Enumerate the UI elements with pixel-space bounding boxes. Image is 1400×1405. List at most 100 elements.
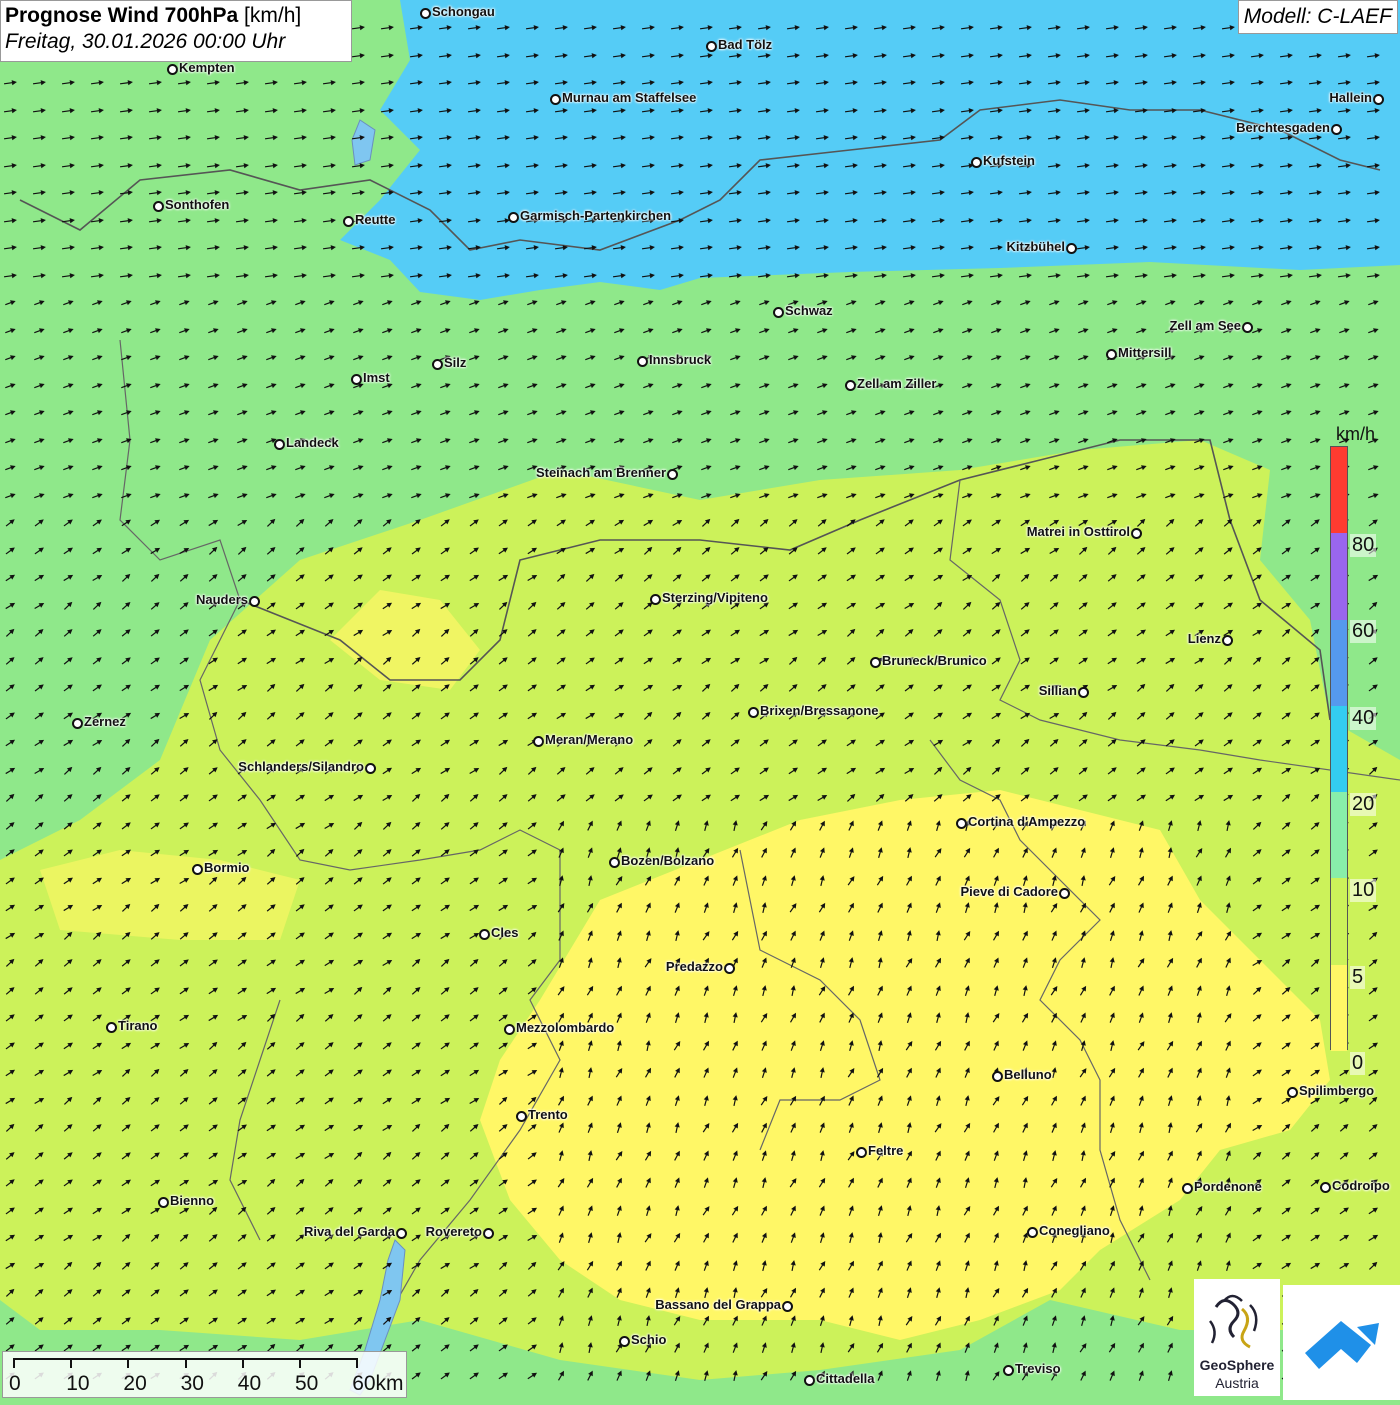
legend-level-label: 20 xyxy=(1350,792,1377,816)
title-panel: Prognose Wind 700hPa [km/h] Freitag, 30.… xyxy=(0,0,352,62)
city-label: Feltre xyxy=(868,1143,904,1158)
city-marker xyxy=(533,736,544,747)
geosphere-mark-icon xyxy=(1208,1294,1258,1349)
city-label: Steinach am Brenner xyxy=(535,465,666,480)
legend-color-step xyxy=(1331,964,1347,1051)
city-marker xyxy=(396,1228,407,1239)
logo-name-line1: GeoSphere xyxy=(1199,1357,1275,1373)
legend-color-step xyxy=(1331,792,1347,879)
scale-bar: 0 10 20 30 40 50 60km xyxy=(2,1351,407,1398)
city-marker xyxy=(1222,635,1233,646)
city-label: Kufstein xyxy=(983,153,1035,168)
city-marker xyxy=(508,212,519,223)
legend-color-step xyxy=(1331,533,1347,620)
map-title-unit: [km/h] xyxy=(244,4,302,27)
legend-unit: km/h xyxy=(1336,424,1376,444)
legend-color-step xyxy=(1331,878,1347,965)
city-marker xyxy=(804,1375,815,1386)
city-marker xyxy=(1287,1087,1298,1098)
city-label: Cortina d'Ampezzo xyxy=(968,814,1086,829)
model-label: Modell: C-LAEF xyxy=(1237,0,1398,34)
scale-tick xyxy=(241,1358,244,1368)
city-marker xyxy=(1066,243,1077,254)
city-label: Treviso xyxy=(1015,1361,1061,1376)
city-label: Landeck xyxy=(286,435,339,450)
city-label: Rovereto xyxy=(425,1224,482,1239)
city-marker xyxy=(479,929,490,940)
city-label: Schlanders/Silandro xyxy=(238,759,364,774)
city-label: Zell am See xyxy=(1169,318,1241,333)
legend-level-label: 60 xyxy=(1350,620,1377,644)
city-label: Imst xyxy=(363,370,390,385)
scale-tick xyxy=(13,1358,15,1368)
city-label: Bienno xyxy=(170,1193,215,1208)
city-marker xyxy=(1242,322,1253,333)
legend-level-label: 0 xyxy=(1350,1051,1366,1075)
city-label: Sillian xyxy=(1038,683,1077,698)
scale-label: 0 xyxy=(9,1372,21,1395)
city-marker xyxy=(724,963,735,974)
scale-label: 30 xyxy=(180,1372,204,1395)
city-label: Mezzolombardo xyxy=(516,1020,615,1035)
city-label: Spilimbergo xyxy=(1299,1083,1375,1098)
city-label: Schongau xyxy=(432,4,495,19)
city-label: Reutte xyxy=(355,212,396,227)
city-label: Zell am Ziller xyxy=(857,376,937,391)
city-label: Kitzbühel xyxy=(1006,239,1066,254)
city-marker xyxy=(106,1022,117,1033)
city-marker xyxy=(504,1024,515,1035)
city-marker xyxy=(420,8,431,19)
logo-name-line2: Austria xyxy=(1215,1375,1259,1391)
city-marker xyxy=(1003,1365,1014,1376)
city-marker xyxy=(782,1301,793,1312)
map-title-main: Prognose Wind 700hPa xyxy=(5,4,239,27)
city-label: Matrei in Osttirol xyxy=(1026,524,1130,539)
city-marker xyxy=(971,157,982,168)
legend-color-step xyxy=(1331,619,1347,706)
city-marker xyxy=(870,657,881,668)
city-label: Berchtesgaden xyxy=(1236,120,1330,135)
map-title: Prognose Wind 700hPa [km/h] xyxy=(5,4,347,28)
scale-label: 20 xyxy=(123,1372,147,1395)
city-marker xyxy=(274,439,285,450)
city-marker xyxy=(365,763,376,774)
city-marker xyxy=(856,1147,867,1158)
city-label: Meran/Merano xyxy=(545,732,634,747)
legend-color-step xyxy=(1331,705,1347,793)
app-arrow-icon xyxy=(1305,1321,1379,1369)
city-label: Sterzing/Vipiteno xyxy=(662,590,768,605)
scale-label: 50 xyxy=(295,1372,319,1395)
city-marker xyxy=(956,818,967,829)
city-label: Bozen/Bolzano xyxy=(621,853,715,868)
city-marker xyxy=(343,216,354,227)
city-marker xyxy=(650,594,661,605)
city-label: Schwaz xyxy=(785,303,833,318)
city-marker xyxy=(483,1228,494,1239)
city-marker xyxy=(1373,94,1384,105)
city-marker xyxy=(1182,1183,1193,1194)
scale-tick xyxy=(184,1358,187,1368)
city-marker xyxy=(351,374,362,385)
city-label: Bruneck/Brunico xyxy=(882,653,987,668)
city-label: Garmisch-Partenkirchen xyxy=(520,208,672,223)
city-marker xyxy=(192,864,203,875)
city-marker xyxy=(667,469,678,480)
city-label: Belluno xyxy=(1004,1067,1052,1082)
city-label: Bormio xyxy=(204,860,250,875)
forecast-datetime: Freitag, 30.01.2026 00:00 Uhr xyxy=(5,30,286,53)
city-marker xyxy=(992,1071,1003,1082)
city-label: Mittersill xyxy=(1118,345,1172,360)
scale-label: 60km xyxy=(352,1372,404,1395)
city-label: Pieve di Cadore xyxy=(960,884,1058,899)
city-marker xyxy=(167,64,178,75)
city-label: Hallein xyxy=(1329,90,1372,105)
scale-tick xyxy=(127,1358,130,1368)
legend-level-label: 5 xyxy=(1350,965,1366,989)
city-marker xyxy=(1106,349,1117,360)
legend-color-bar xyxy=(1330,446,1348,1051)
city-label: Murnau am Staffelsee xyxy=(562,90,697,105)
map-zone-20-40 xyxy=(340,0,1400,300)
city-label: Silz xyxy=(444,355,467,370)
city-label: Predazzo xyxy=(665,959,723,974)
city-label: Schio xyxy=(631,1332,667,1347)
